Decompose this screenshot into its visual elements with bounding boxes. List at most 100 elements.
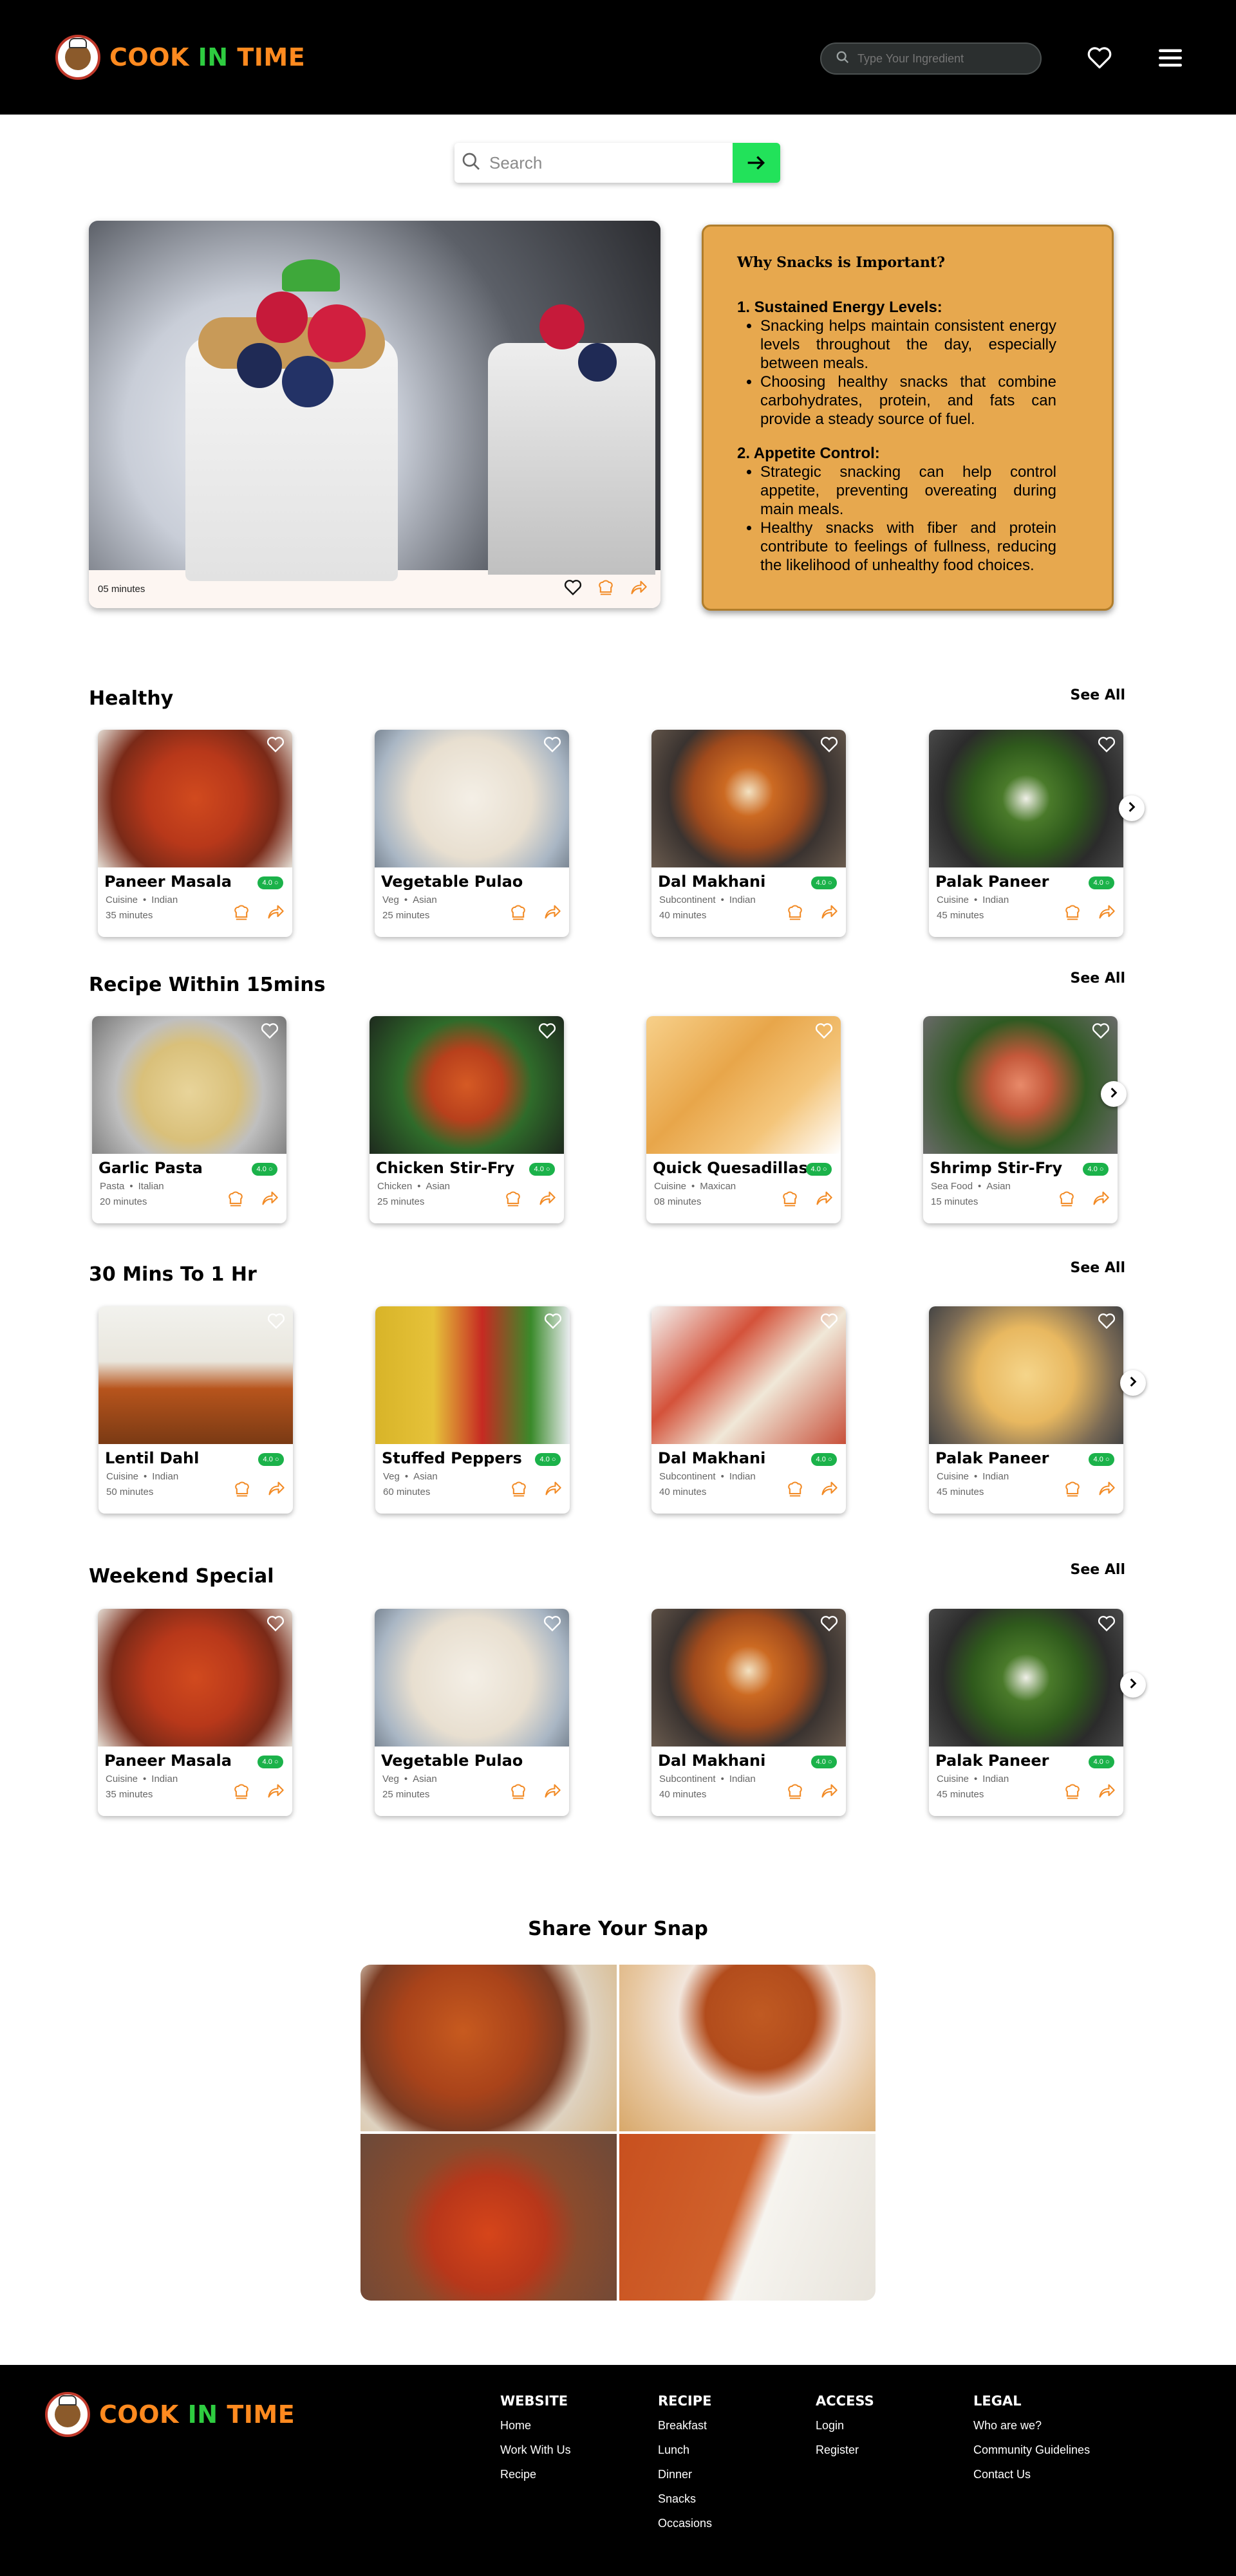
footer-link[interactable]: Work With Us — [500, 2443, 571, 2457]
heart-icon[interactable] — [820, 736, 838, 754]
carousel-next-button[interactable] — [1101, 1081, 1127, 1107]
carousel-next-button[interactable] — [1120, 1370, 1146, 1396]
share-icon[interactable] — [543, 1783, 561, 1804]
recipe-card[interactable]: Quick Quesadillas 4.0 ○ Cuisine • Maxican 08 m… — [646, 1016, 841, 1223]
footer-link[interactable]: Dinner — [658, 2468, 712, 2481]
recipe-card[interactable]: Garlic Pasta 4.0 ○ Pasta • Italian 20 minutes — [92, 1016, 286, 1223]
chef-hat-icon[interactable] — [232, 1480, 252, 1501]
share-icon[interactable] — [267, 903, 285, 925]
heart-icon[interactable] — [538, 1023, 556, 1041]
see-all-link[interactable]: See All — [1071, 687, 1125, 703]
favorites-heart-icon[interactable] — [1084, 42, 1115, 73]
footer-link[interactable]: Register — [816, 2443, 874, 2457]
chef-hat-icon[interactable] — [226, 1190, 245, 1211]
recipe-card[interactable]: Vegetable Pulao Veg • Asian 25 minutes — [375, 730, 569, 937]
heart-icon[interactable] — [1098, 736, 1116, 754]
ingredient-search[interactable] — [820, 42, 1042, 75]
recipe-card[interactable]: Dal Makhani 4.0 ○ Subcontinent • Indian 40 min… — [651, 1306, 846, 1514]
recipe-card[interactable]: Dal Makhani 4.0 ○ Subcontinent • Indian 40 min… — [651, 1609, 846, 1816]
snap-photo[interactable] — [619, 2134, 876, 2301]
heart-icon[interactable] — [1092, 1023, 1110, 1041]
heart-icon[interactable] — [1098, 1313, 1116, 1331]
recipe-card[interactable]: Lentil Dahl 4.0 ○ Cuisine • Indian 50 minutes — [98, 1306, 293, 1514]
footer-link[interactable]: Occasions — [658, 2517, 712, 2530]
footer-link[interactable]: Community Guidelines — [973, 2443, 1090, 2457]
share-icon[interactable] — [1098, 1783, 1116, 1804]
snap-photo[interactable] — [360, 1965, 617, 2131]
footer-link[interactable]: Home — [500, 2419, 571, 2432]
share-icon[interactable] — [261, 1190, 279, 1211]
heart-icon[interactable] — [261, 1023, 279, 1041]
share-icon[interactable] — [538, 1190, 556, 1211]
heart-icon[interactable] — [820, 1615, 838, 1633]
heart-icon[interactable] — [544, 1313, 562, 1331]
chef-hat-icon[interactable] — [232, 1783, 251, 1804]
footer-link[interactable]: Lunch — [658, 2443, 712, 2457]
chef-hat-icon[interactable] — [785, 903, 805, 925]
recipe-card[interactable]: Stuffed Peppers 4.0 ○ Veg • Asian 60 minutes — [375, 1306, 570, 1514]
share-icon[interactable] — [820, 903, 838, 925]
see-all-link[interactable]: See All — [1071, 1562, 1125, 1578]
chef-hat-icon[interactable] — [1063, 903, 1082, 925]
recipe-card[interactable]: Chicken Stir-Fry 4.0 ○ Chicken • Asian 25 minu… — [370, 1016, 564, 1223]
logo[interactable]: COOK IN TIME — [55, 35, 305, 80]
snap-photo[interactable] — [619, 1965, 876, 2131]
footer-link[interactable]: Recipe — [500, 2468, 571, 2481]
recipe-card[interactable]: Paneer Masala 4.0 ○ Cuisine • Indian 35 minute… — [98, 730, 292, 937]
heart-icon[interactable] — [267, 1313, 285, 1331]
share-icon[interactable] — [1098, 1480, 1116, 1501]
recipe-card[interactable]: Dal Makhani 4.0 ○ Subcontinent • Indian 40 min… — [651, 730, 846, 937]
chef-hat-icon[interactable] — [785, 1783, 805, 1804]
footer-link[interactable]: Breakfast — [658, 2419, 712, 2432]
heart-icon[interactable] — [1098, 1615, 1116, 1633]
share-icon[interactable] — [630, 579, 648, 599]
share-icon[interactable] — [544, 1480, 562, 1501]
ingredient-search-input[interactable] — [857, 51, 1025, 66]
heart-icon[interactable] — [815, 1023, 833, 1041]
carousel-next-button[interactable] — [1119, 795, 1145, 821]
chef-hat-icon[interactable] — [1063, 1480, 1082, 1501]
heart-icon[interactable] — [267, 1615, 285, 1633]
heart-icon[interactable] — [564, 579, 582, 599]
featured-recipe-card[interactable]: 05 minutes — [89, 221, 660, 608]
share-icon[interactable] — [543, 903, 561, 925]
carousel-next-button[interactable] — [1120, 1672, 1146, 1698]
see-all-link[interactable]: See All — [1071, 970, 1125, 987]
footer-link[interactable]: Login — [816, 2419, 874, 2432]
recipe-card[interactable]: Palak Paneer 4.0 ○ Cuisine • Indian 45 minutes — [929, 730, 1123, 937]
see-all-link[interactable]: See All — [1071, 1260, 1125, 1276]
heart-icon[interactable] — [543, 736, 561, 754]
recipe-card[interactable]: Paneer Masala 4.0 ○ Cuisine • Indian 35 minute… — [98, 1609, 292, 1816]
share-icon[interactable] — [815, 1190, 833, 1211]
share-icon[interactable] — [1098, 903, 1116, 925]
share-icon[interactable] — [267, 1480, 285, 1501]
chef-hat-icon[interactable] — [509, 1783, 528, 1804]
recipe-card[interactable]: Shrimp Stir-Fry 4.0 ○ Sea Food • Asian 15 minu… — [923, 1016, 1118, 1223]
search-input[interactable] — [489, 153, 734, 173]
chef-hat-icon[interactable] — [509, 1480, 529, 1501]
recipe-card[interactable]: Palak Paneer 4.0 ○ Cuisine • Indian 45 minutes — [929, 1609, 1123, 1816]
footer-link[interactable]: Snacks — [658, 2492, 712, 2506]
footer-logo[interactable]: COOK IN TIME — [45, 2392, 295, 2437]
menu-icon[interactable] — [1155, 42, 1186, 73]
footer-link[interactable]: Who are we? — [973, 2419, 1090, 2432]
recipe-card[interactable]: Palak Paneer 4.0 ○ Cuisine • Indian 45 minutes — [929, 1306, 1123, 1514]
chef-hat-icon[interactable] — [503, 1190, 523, 1211]
heart-icon[interactable] — [820, 1313, 838, 1331]
chef-hat-icon[interactable] — [1057, 1190, 1076, 1211]
chef-hat-icon[interactable] — [509, 903, 528, 925]
heart-icon[interactable] — [267, 736, 285, 754]
footer-link[interactable]: Contact Us — [973, 2468, 1090, 2481]
chef-hat-icon[interactable] — [1063, 1783, 1082, 1804]
share-icon[interactable] — [820, 1783, 838, 1804]
recipe-card[interactable]: Vegetable Pulao Veg • Asian 25 minutes — [375, 1609, 569, 1816]
search-submit-button[interactable] — [733, 143, 780, 183]
chef-hat-icon[interactable] — [596, 579, 615, 600]
heart-icon[interactable] — [543, 1615, 561, 1633]
chef-hat-icon[interactable] — [780, 1190, 800, 1211]
share-icon[interactable] — [820, 1480, 838, 1501]
share-icon[interactable] — [1092, 1190, 1110, 1211]
chef-hat-icon[interactable] — [785, 1480, 805, 1501]
share-icon[interactable] — [267, 1783, 285, 1804]
chef-hat-icon[interactable] — [232, 903, 251, 925]
